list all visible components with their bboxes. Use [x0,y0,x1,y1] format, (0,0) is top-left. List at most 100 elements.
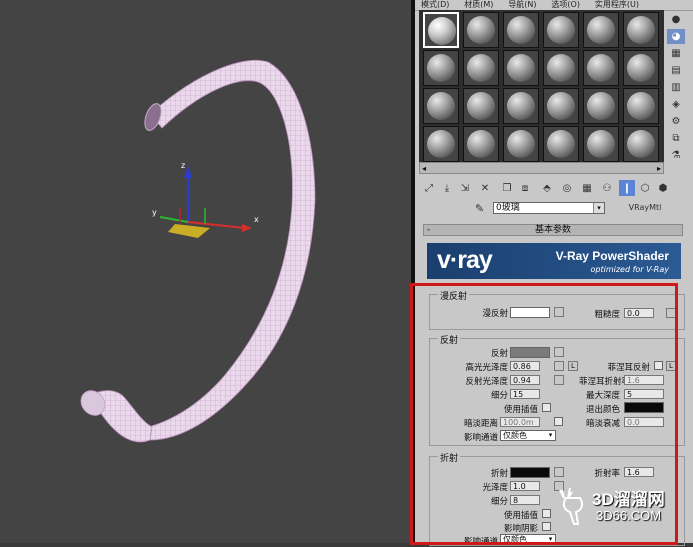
material-sample-slot[interactable] [543,88,579,124]
select-by-material-toolbar-icon[interactable]: ⬢ [655,180,671,196]
background-icon[interactable]: ▦ [667,46,685,61]
backlight-icon[interactable]: ◕ [667,29,685,44]
material-navigator-icon[interactable]: ⚗ [667,148,685,163]
sample-type-icon[interactable]: ● [667,12,685,27]
sample-sphere [467,92,495,120]
sample-sphere [467,130,495,158]
get-material-icon[interactable]: ⤢ [421,180,437,196]
make-preview-icon[interactable]: ◈ [667,97,685,112]
svg-text:y: y [152,208,157,217]
vray-powershader-banner: v·ray V-Ray PowerShader optimized for V-… [427,243,681,279]
sample-sphere [627,130,655,158]
sample-sphere [627,54,655,82]
sample-sphere [587,130,615,158]
banner-title: V-Ray PowerShader [555,249,669,263]
chevron-down-icon[interactable]: ▾ [593,203,604,213]
put-to-library-icon[interactable]: ⬘ [539,180,555,196]
material-sample-slot[interactable] [463,88,499,124]
go-forward-sibling-icon[interactable]: ⬡ [637,180,653,196]
material-sample-slot[interactable] [463,12,499,48]
material-name-text: 0玻璃 [496,203,520,213]
show-map-in-viewport-icon[interactable]: ▦ [579,180,595,196]
viewport-perspective[interactable]: z x y [0,0,412,543]
collapse-icon: - [427,225,431,235]
sample-sphere [507,16,535,44]
material-sample-slot[interactable] [503,12,539,48]
sample-sphere [587,16,615,44]
material-sample-slot[interactable] [583,126,619,162]
watermark-line1: 3D溜溜网 [592,490,665,509]
slots-scrollbar[interactable]: ◂ ▸ [419,162,664,174]
sample-sphere [627,16,655,44]
show-end-result-icon[interactable]: ⚇ [599,180,615,196]
material-sample-slot[interactable] [503,126,539,162]
sample-sphere [467,16,495,44]
sample-sphere [507,54,535,82]
watermark-line2: 3D66.COM [596,508,662,523]
put-to-scene-icon[interactable]: ⤓ [439,180,455,196]
material-sample-slot[interactable] [583,88,619,124]
select-by-material-icon[interactable]: ⧉ [667,131,685,146]
deer-logo-icon [559,487,584,525]
sample-sphere [427,130,455,158]
material-type-button[interactable]: VRayMtl [615,202,675,214]
material-name-field[interactable]: 0玻璃 ▾ [493,202,605,214]
material-sample-slot[interactable] [503,50,539,86]
svg-text:x: x [254,215,259,224]
material-name-row: ✎ 0玻璃 ▾ VRayMtl [415,200,693,216]
menu-item-utilities[interactable]: 实用程序(U) [595,1,639,9]
sample-sphere [547,92,575,120]
material-sample-slot[interactable] [423,126,459,162]
sample-sphere [467,54,495,82]
transform-gizmo[interactable]: z x y [152,161,259,238]
banner-subtitle: optimized for V-Ray [590,265,670,274]
material-sample-slot[interactable] [543,50,579,86]
material-sample-slots [419,10,664,162]
material-sample-slot[interactable] [583,12,619,48]
menu-item-options[interactable]: 选项(O) [551,1,580,9]
vray-logo: v·ray [437,246,493,274]
material-sample-slot[interactable] [623,88,659,124]
material-sample-slot[interactable] [543,126,579,162]
sample-sphere [428,17,456,45]
rollout-title: 基本参数 [534,225,571,235]
sample-sphere [547,54,575,82]
material-sample-slot[interactable] [543,12,579,48]
copy-material-icon[interactable]: ❐ [499,180,515,196]
eyedropper-icon[interactable]: ✎ [475,202,484,215]
reset-map-icon[interactable]: ✕ [477,180,493,196]
material-sample-slot[interactable] [583,50,619,86]
material-toolbar: ⤢ ⤓ ⇲ ✕ ❐ ⧈ ⬘ ◎ ▦ ⚇ ❙ ⬡ ⬢ [419,178,689,198]
sample-sphere [547,16,575,44]
options-icon[interactable]: ⚙ [667,114,685,129]
scroll-right-icon[interactable]: ▸ [657,164,661,173]
sample-sphere [427,92,455,120]
sample-sphere [507,92,535,120]
make-unique-icon[interactable]: ⧈ [517,180,533,196]
menu-item-mode[interactable]: 模式(D) [421,1,449,9]
sample-sphere [587,92,615,120]
material-sample-slot[interactable] [423,88,459,124]
material-id-channel-icon[interactable]: ◎ [559,180,575,196]
video-color-check-icon[interactable]: ▥ [667,80,685,95]
sample-sphere [587,54,615,82]
scroll-left-icon[interactable]: ◂ [422,164,426,173]
menu-item-navigation[interactable]: 导航(N) [508,1,536,9]
material-sample-slot[interactable] [503,88,539,124]
go-to-parent-icon[interactable]: ❙ [619,180,635,196]
material-sample-slot[interactable] [463,126,499,162]
material-sample-slot[interactable] [623,126,659,162]
sample-sphere [627,92,655,120]
material-sample-slot[interactable] [423,12,459,48]
menu-item-material[interactable]: 材质(M) [464,1,493,9]
assign-to-selection-icon[interactable]: ⇲ [457,180,473,196]
material-sample-slot[interactable] [623,12,659,48]
sample-sphere [507,130,535,158]
sample-sphere [427,54,455,82]
basic-params-rollout-header[interactable]: - 基本参数 [423,224,683,236]
viewport-canvas: z x y [80,59,316,443]
material-sample-slot[interactable] [423,50,459,86]
material-sample-slot[interactable] [463,50,499,86]
material-sample-slot[interactable] [623,50,659,86]
uv-tiling-icon[interactable]: ▤ [667,63,685,78]
